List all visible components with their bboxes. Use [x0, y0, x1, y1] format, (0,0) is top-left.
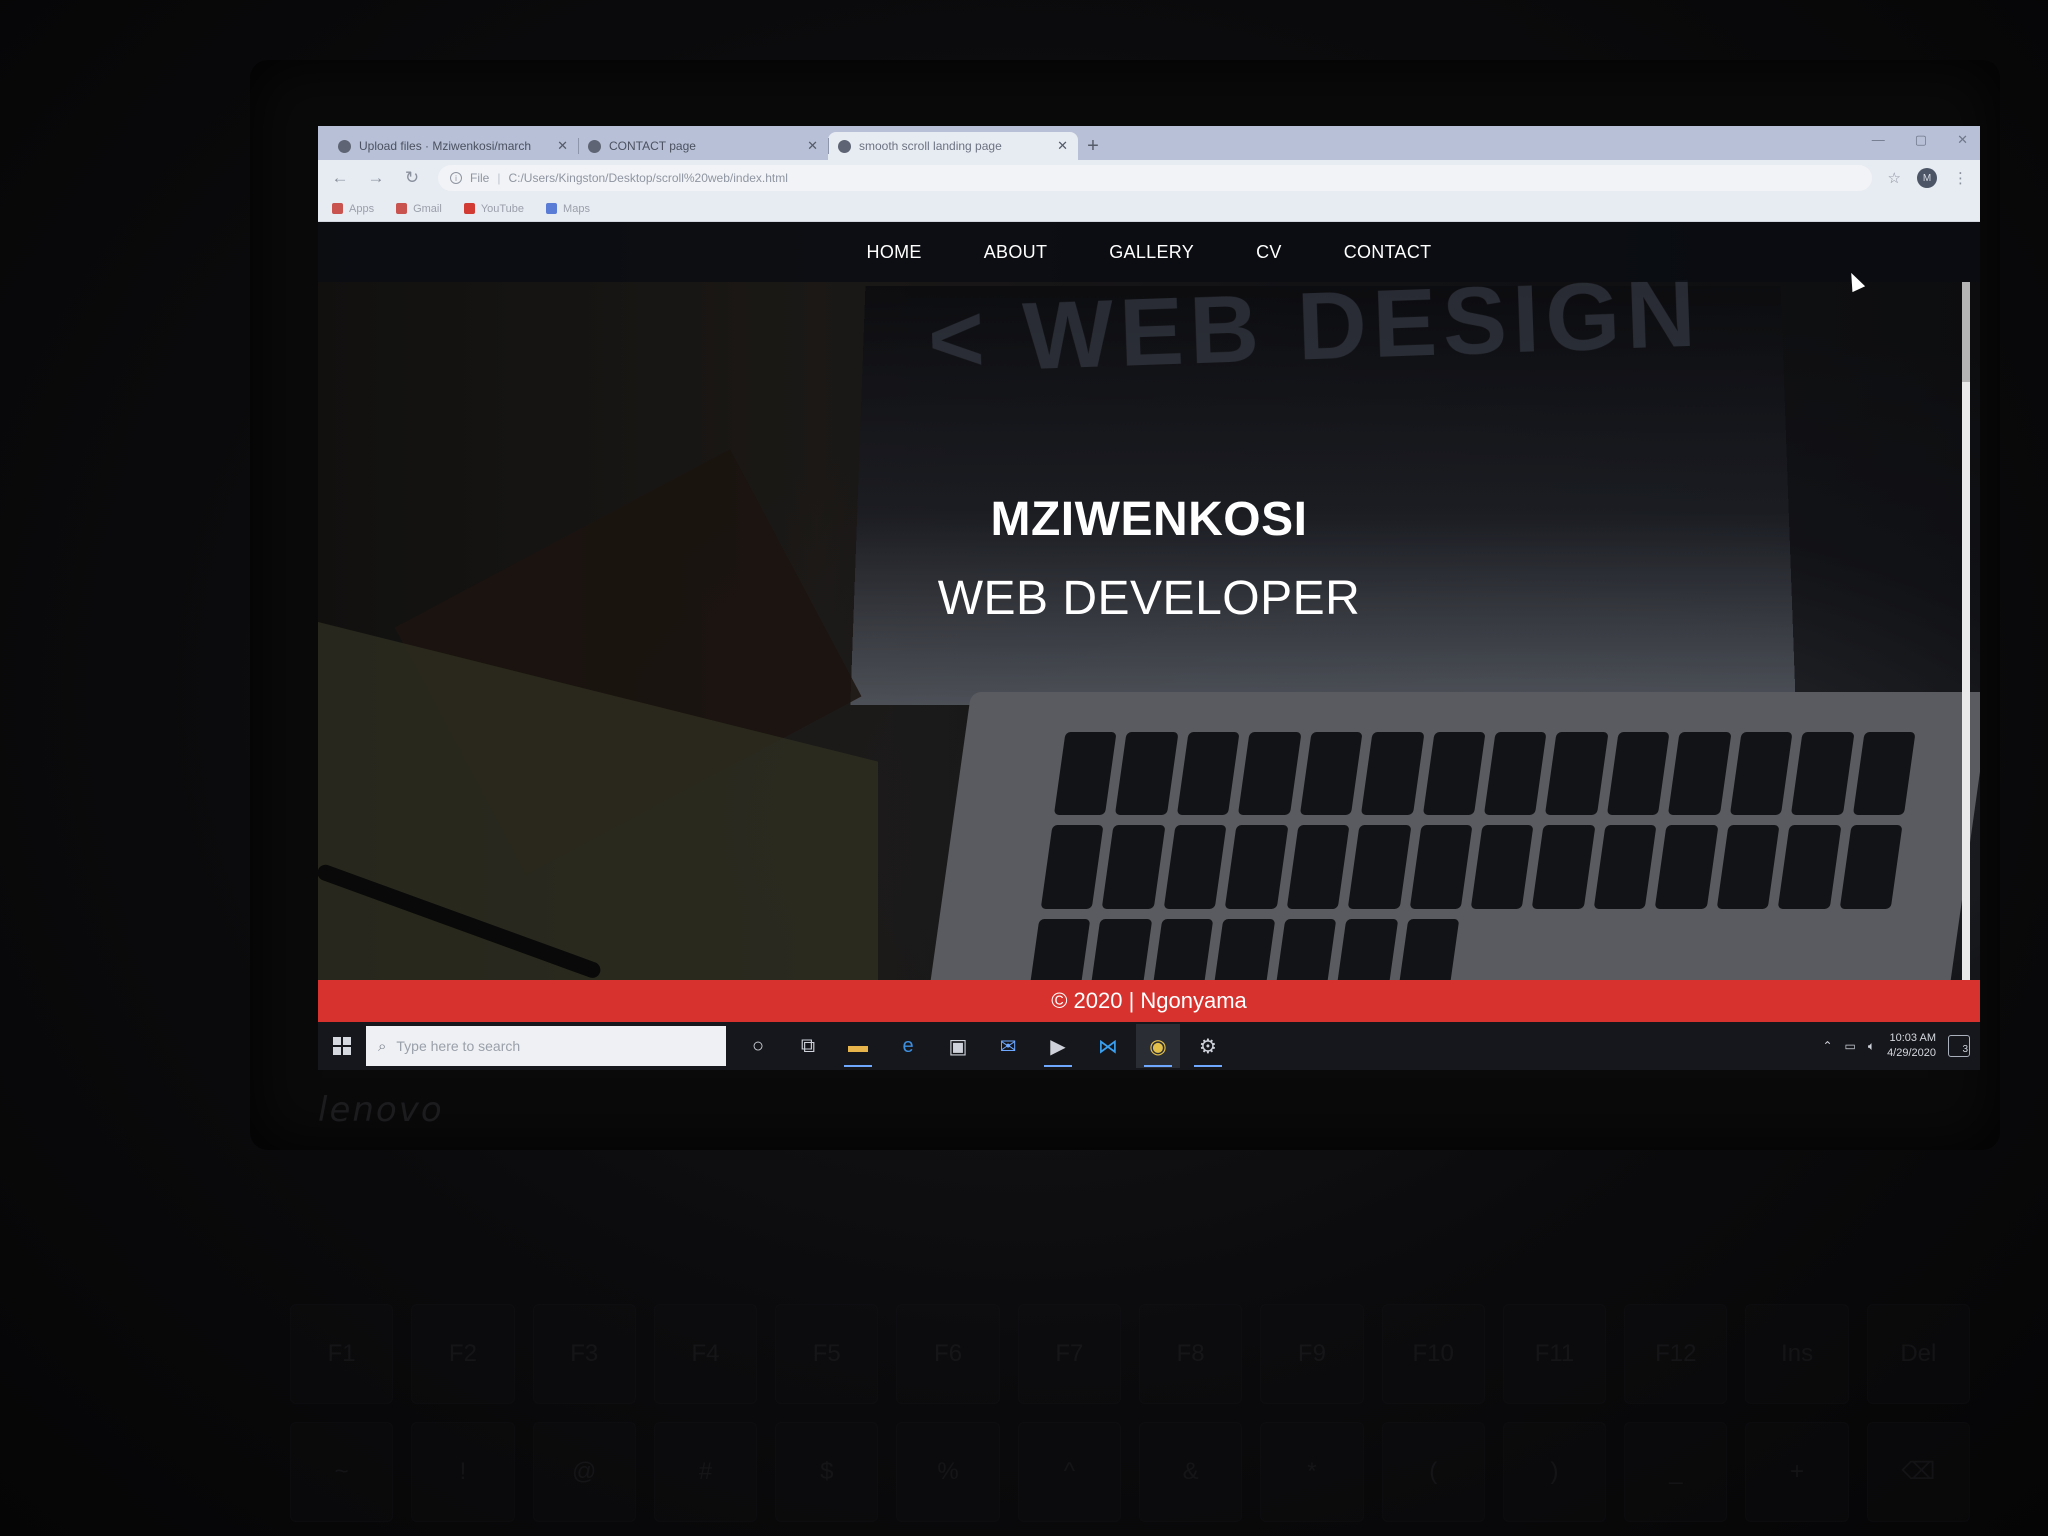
site-footer: © 2020 | Ngonyama	[318, 980, 1980, 1022]
browser-tab[interactable]: Upload files · Mziwenkosi/march ✕	[328, 132, 578, 160]
notification-center-icon[interactable]: 3	[1948, 1035, 1970, 1057]
file-explorer-icon[interactable]: ▬	[836, 1024, 880, 1068]
windows-taskbar: ⌕ Type here to search ○ ⧉ ▬ e ▣ ✉ ▶ ⋈ ◉ …	[318, 1022, 1980, 1070]
task-view-icon[interactable]: ⧉	[786, 1024, 830, 1068]
taskbar-clock[interactable]: 10:03 AM 4/29/2020	[1887, 1031, 1936, 1061]
url-text: C:/Users/Kingston/Desktop/scroll%20web/i…	[508, 171, 788, 185]
mail-icon[interactable]: ✉	[986, 1024, 1030, 1068]
tab-title: CONTACT page	[609, 139, 696, 153]
bookmark-gmail[interactable]: Gmail	[396, 203, 442, 215]
chrome-icon[interactable]: ◉	[1136, 1024, 1180, 1068]
nav-about[interactable]: ABOUT	[984, 242, 1048, 263]
media-icon[interactable]: ▶	[1036, 1024, 1080, 1068]
globe-icon	[588, 139, 601, 153]
bookmark-label: Gmail	[413, 202, 442, 215]
clock-time: 10:03 AM	[1889, 1032, 1936, 1044]
landing-page: < WEB DESIGN HOME ABOUT GALLERY CV CONTA…	[318, 222, 1980, 1022]
menu-kebab-icon[interactable]: ⋮	[1953, 169, 1968, 187]
nav-home[interactable]: HOME	[867, 242, 922, 263]
back-icon[interactable]: ←	[330, 168, 350, 188]
network-icon[interactable]: ▭	[1845, 1039, 1856, 1053]
bookmark-label: YouTube	[480, 202, 525, 215]
reload-icon[interactable]: ↻	[402, 168, 422, 188]
url-separator: |	[497, 171, 501, 185]
tab-title: smooth scroll landing page	[859, 139, 1002, 153]
hero-role: WEB DEVELOPER	[937, 572, 1361, 625]
bookmark-youtube[interactable]: YouTube	[463, 202, 525, 215]
browser-tabstrip: Upload files · Mziwenkosi/march ✕ CONTAC…	[318, 126, 1980, 160]
taskbar-search[interactable]: ⌕ Type here to search	[366, 1026, 726, 1066]
new-tab-button[interactable]: +	[1078, 132, 1108, 160]
tab-title: Upload files · Mziwenkosi/march	[359, 139, 532, 153]
github-icon	[338, 139, 351, 153]
address-bar[interactable]: i File | C:/Users/Kingston/Desktop/scrol…	[438, 165, 1872, 191]
window-controls: — ▢ ✕	[1872, 132, 1968, 148]
minimize-icon[interactable]: —	[1872, 132, 1885, 148]
bookmark-label: Apps	[349, 202, 375, 215]
bookmark-maps[interactable]: Maps	[546, 203, 590, 215]
nav-cv[interactable]: CV	[1256, 242, 1282, 263]
browser-toolbar: ← → ↻ i File | C:/Users/Kingston/Desktop…	[318, 160, 1980, 196]
scrollbar-thumb[interactable]	[1962, 282, 1970, 382]
nav-gallery[interactable]: GALLERY	[1109, 242, 1194, 263]
maximize-icon[interactable]: ▢	[1915, 132, 1927, 148]
laptop-keyboard: F1 F2 F3 F4 F5 F6 F7 F8 F9 F10 F11 F12 Ins Del ~! @ # $…	[260, 1290, 2000, 1536]
bookmarks-bar: Apps Gmail YouTube Maps	[318, 196, 1980, 222]
search-placeholder: Type here to search	[396, 1038, 521, 1054]
bookmark-apps[interactable]: Apps	[332, 203, 374, 215]
edge-icon[interactable]: e	[886, 1024, 930, 1068]
close-icon[interactable]: ✕	[557, 138, 568, 154]
maps-icon	[546, 203, 558, 214]
taskbar-apps: ○ ⧉ ▬ e ▣ ✉ ▶ ⋈ ◉ ⚙	[736, 1024, 1230, 1068]
store-icon[interactable]: ▣	[936, 1024, 980, 1068]
close-icon[interactable]: ✕	[1057, 138, 1068, 154]
vscode-icon[interactable]: ⋈	[1086, 1024, 1130, 1068]
browser-tab[interactable]: CONTACT page ✕	[578, 132, 828, 160]
info-icon[interactable]: i	[450, 172, 462, 184]
chevron-up-icon[interactable]: ⌃	[1822, 1039, 1832, 1053]
search-icon: ⌕	[378, 1037, 387, 1055]
windows-logo-icon	[333, 1037, 351, 1055]
site-nav: HOME ABOUT GALLERY CV CONTACT	[318, 222, 1980, 282]
laptop-screen: Upload files · Mziwenkosi/march ✕ CONTAC…	[318, 126, 1980, 1070]
forward-icon[interactable]: →	[366, 168, 386, 188]
hero-section: MZIWENKOSI WEB DEVELOPER	[318, 492, 1980, 626]
cortana-icon[interactable]: ○	[736, 1024, 780, 1068]
gmail-icon	[396, 203, 408, 214]
url-scheme-label: File	[470, 171, 490, 185]
browser-tab-active[interactable]: smooth scroll landing page ✕	[828, 132, 1078, 160]
page-scrollbar[interactable]	[1962, 282, 1970, 982]
youtube-icon	[463, 203, 475, 214]
profile-avatar[interactable]: M	[1917, 168, 1937, 188]
bookmark-label: Maps	[563, 202, 590, 215]
hero-name: MZIWENKOSI	[990, 493, 1308, 546]
volume-icon[interactable]: 🔈︎	[1868, 1039, 1875, 1054]
start-button[interactable]	[318, 1022, 366, 1070]
close-icon[interactable]: ✕	[807, 138, 818, 154]
nav-contact[interactable]: CONTACT	[1344, 242, 1432, 263]
clock-date: 4/29/2020	[1887, 1047, 1936, 1059]
close-window-icon[interactable]: ✕	[1957, 132, 1968, 148]
system-tray: ⌃ ▭ 🔈︎ 10:03 AM 4/29/2020 3	[1822, 1031, 1980, 1061]
bookmark-star-icon[interactable]: ☆	[1888, 169, 1901, 187]
settings-icon[interactable]: ⚙	[1186, 1024, 1230, 1068]
apps-grid-icon	[332, 203, 343, 214]
globe-icon	[838, 139, 851, 153]
laptop-brand-logo: lenovo	[318, 1090, 444, 1130]
